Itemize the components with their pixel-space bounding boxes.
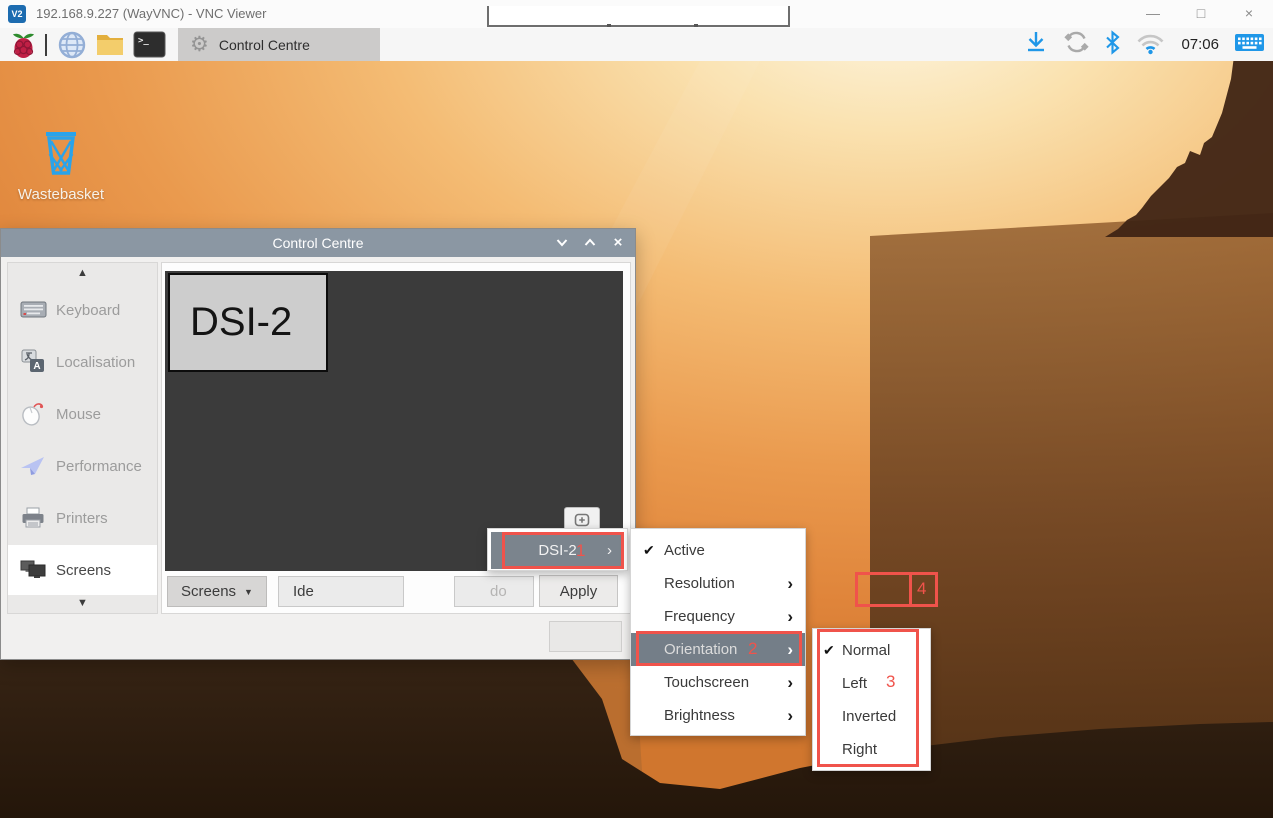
menu-item-inverted[interactable]: Inverted bbox=[813, 700, 930, 733]
desktop: Wastebasket Control Centre × ▲ bbox=[0, 61, 1273, 818]
identify-button[interactable]: Ide bbox=[278, 576, 404, 607]
wifi-icon[interactable] bbox=[1135, 30, 1166, 60]
dropdown-arrow-icon: ▼ bbox=[244, 587, 253, 597]
file-manager-folder-icon[interactable] bbox=[91, 28, 129, 61]
screens-icon bbox=[18, 557, 48, 583]
sidebar-item-mouse[interactable]: Mouse bbox=[8, 391, 157, 437]
taskbar: >_ ⚙ Control Centre bbox=[0, 28, 1273, 61]
menu-item-frequency[interactable]: Frequency › bbox=[631, 600, 805, 633]
sidebar-scroll-up[interactable]: ▲ bbox=[8, 267, 157, 279]
submenu-arrow-icon: › bbox=[787, 607, 793, 627]
submenu-arrow-icon: › bbox=[787, 574, 793, 594]
orientation-submenu: ✔ Normal Left Inverted Right bbox=[812, 628, 931, 771]
sidebar-scroll-down[interactable]: ▼ bbox=[8, 597, 157, 609]
close-button[interactable]: × bbox=[1225, 0, 1273, 28]
taskbar-separator bbox=[45, 34, 47, 56]
vnc-toolbar-tab[interactable] bbox=[487, 6, 790, 27]
menu-item-normal[interactable]: ✔ Normal bbox=[813, 634, 930, 667]
menu-item-resolution[interactable]: Resolution › bbox=[631, 567, 805, 600]
control-centre-window: Control Centre × ▲ bbox=[0, 228, 636, 660]
performance-icon bbox=[18, 453, 48, 479]
eject-download-icon[interactable] bbox=[1024, 29, 1048, 60]
screens-dropdown-button[interactable]: Screens ▼ bbox=[167, 576, 267, 607]
menu-item-orientation[interactable]: Orientation › bbox=[631, 633, 805, 666]
maximize-button[interactable]: □ bbox=[1177, 0, 1225, 28]
minimize-button[interactable]: — bbox=[1129, 0, 1177, 28]
dialog-close-button[interactable]: × bbox=[611, 229, 625, 257]
bluetooth-icon[interactable] bbox=[1105, 30, 1120, 60]
shade-down-icon[interactable] bbox=[555, 234, 569, 252]
zoom-in-icon bbox=[574, 513, 590, 527]
screen: V2 192.168.9.227 (WayVNC) - VNC Viewer —… bbox=[0, 0, 1273, 818]
dialog-title: Control Centre bbox=[1, 235, 635, 251]
localisation-icon: A bbox=[18, 349, 48, 375]
settings-sidebar: ▲ Keyboard bbox=[7, 262, 158, 614]
sidebar-item-localisation[interactable]: A Localisation bbox=[8, 339, 157, 385]
menu-item-touchscreen[interactable]: Touchscreen › bbox=[631, 666, 805, 699]
submenu-arrow-icon: › bbox=[607, 542, 612, 559]
terminal-icon[interactable]: >_ bbox=[129, 28, 170, 61]
wastebasket-desktop-icon[interactable]: Wastebasket bbox=[12, 129, 110, 211]
menu-item-active[interactable]: ✔ Active bbox=[631, 534, 805, 567]
os-window-title: 192.168.9.227 (WayVNC) - VNC Viewer bbox=[36, 0, 266, 28]
screen-layout-canvas[interactable]: DSI-2 bbox=[165, 271, 623, 571]
dialog-footer-button[interactable] bbox=[549, 621, 622, 652]
submenu-arrow-icon: › bbox=[787, 640, 793, 660]
sidebar-item-keyboard[interactable]: Keyboard bbox=[8, 287, 157, 333]
mouse-icon bbox=[18, 401, 48, 427]
browser-globe-icon[interactable] bbox=[53, 28, 91, 61]
menu-item-right[interactable]: Right bbox=[813, 733, 930, 766]
submenu-arrow-icon: › bbox=[787, 673, 793, 693]
sidebar-item-screens[interactable]: Screens bbox=[8, 545, 157, 595]
check-icon: ✔ bbox=[643, 542, 664, 559]
apply-button[interactable]: Apply bbox=[539, 575, 618, 607]
menu-raspberry-icon[interactable] bbox=[6, 28, 41, 61]
undo-button[interactable]: do bbox=[454, 576, 534, 607]
screen-selector-menu: DSI-2 › bbox=[487, 528, 628, 571]
menu-item-brightness[interactable]: Brightness › bbox=[631, 699, 805, 732]
taskbar-app-control-centre[interactable]: ⚙ Control Centre bbox=[178, 28, 380, 61]
sidebar-item-performance[interactable]: Performance bbox=[8, 443, 157, 489]
check-icon: ✔ bbox=[823, 642, 842, 659]
wastebasket-label: Wastebasket bbox=[12, 186, 110, 203]
svg-text:A: A bbox=[33, 361, 40, 372]
keyboard-tray-icon[interactable] bbox=[1234, 31, 1265, 58]
taskbar-clock: 07:06 bbox=[1181, 36, 1219, 53]
updater-sync-icon[interactable] bbox=[1063, 29, 1090, 60]
menu-item-dsi2[interactable]: DSI-2 › bbox=[491, 532, 624, 569]
keyboard-icon bbox=[18, 297, 48, 323]
printers-icon bbox=[18, 505, 48, 531]
screen-box-dsi2[interactable]: DSI-2 bbox=[168, 273, 328, 372]
submenu-arrow-icon: › bbox=[787, 706, 793, 726]
wastebasket-icon bbox=[38, 129, 84, 179]
shade-up-icon[interactable] bbox=[583, 234, 597, 252]
sidebar-item-printers[interactable]: Printers bbox=[8, 495, 157, 541]
svg-text:>_: >_ bbox=[138, 36, 149, 46]
screen-context-menu: ✔ Active Resolution › Frequency › Orient… bbox=[630, 528, 806, 736]
menu-item-left[interactable]: Left bbox=[813, 667, 930, 700]
gear-icon: ⚙ bbox=[190, 34, 209, 55]
dialog-titlebar[interactable]: Control Centre × bbox=[1, 229, 635, 257]
vnc-app-icon: V2 bbox=[8, 5, 26, 23]
